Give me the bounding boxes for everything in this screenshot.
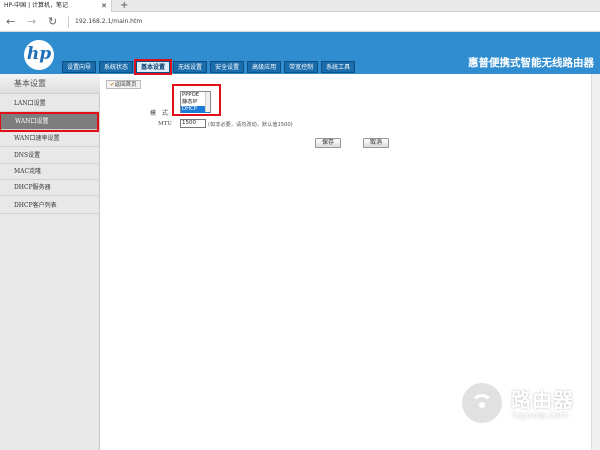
sidebar-item-wan-speed[interactable]: WAN口速率设置 bbox=[0, 131, 100, 147]
router-logo-icon bbox=[459, 380, 505, 426]
new-tab-icon[interactable]: + bbox=[120, 0, 128, 12]
tab-bandwidth-control[interactable]: 带宽控制 bbox=[284, 61, 319, 73]
sidebar-item-dhcp-server[interactable]: DHCP服务器 bbox=[0, 180, 100, 196]
mtu-hint: (如非必要，请勿改动，默认值1500) bbox=[208, 122, 293, 128]
forward-arrow-icon[interactable]: → bbox=[27, 12, 36, 32]
sidebar-item-wan[interactable]: WAN口设置 bbox=[0, 112, 99, 132]
watermark: 路由器 luyouqi.com bbox=[455, 378, 595, 433]
sidebar: 基本设置 LAN口设置 WAN口设置 WAN口速率设置 DNS设置 MAC克隆 … bbox=[0, 74, 100, 450]
browser-tab-title: HP-中国 | 计算机，笔记 bbox=[4, 2, 68, 9]
sidebar-item-lan[interactable]: LAN口设置 bbox=[0, 96, 100, 112]
back-arrow-icon[interactable]: ← bbox=[6, 12, 15, 32]
sidebar-title: 基本设置 bbox=[0, 74, 100, 94]
reload-icon[interactable]: ↻ bbox=[48, 12, 57, 32]
url-field[interactable]: 192.168.2.1/main.htm bbox=[68, 16, 142, 28]
address-bar: ← → ↻ 192.168.2.1/main.htm bbox=[0, 12, 600, 32]
mode-label: 模式 bbox=[150, 110, 175, 117]
mtu-label: MTU bbox=[158, 121, 172, 127]
tab-basic-settings[interactable]: 基本设置 bbox=[134, 59, 173, 75]
hp-logo: hp bbox=[24, 40, 54, 70]
watermark-url: luyouqi.com bbox=[513, 411, 569, 421]
tab-advanced[interactable]: 高级应用 bbox=[247, 61, 282, 73]
router-nav-tabs: 设置向导 系统状态 基本设置 无线设置 安全设置 高级应用 带宽控制 系统工具 bbox=[62, 59, 358, 75]
tab-system-tools[interactable]: 系统工具 bbox=[321, 61, 356, 73]
back-home-button[interactable]: ✔返回首页 bbox=[106, 80, 141, 89]
watermark-text: 路由器 bbox=[511, 388, 574, 412]
listbox-scrollbar[interactable] bbox=[205, 92, 210, 112]
tab-setup-wizard[interactable]: 设置向导 bbox=[62, 61, 97, 73]
sidebar-item-mac-clone[interactable]: MAC克隆 bbox=[0, 164, 100, 180]
tab-security-settings[interactable]: 安全设置 bbox=[210, 61, 245, 73]
tab-wireless-settings[interactable]: 无线设置 bbox=[173, 61, 208, 73]
save-button[interactable]: 保存 bbox=[315, 138, 341, 148]
mtu-input[interactable]: 1500 bbox=[180, 119, 206, 128]
sidebar-item-dhcp-clients[interactable]: DHCP客户列表 bbox=[0, 198, 100, 214]
brand-title: 惠普便携式智能无线路由器 bbox=[468, 57, 594, 69]
sidebar-item-dns[interactable]: DNS设置 bbox=[0, 148, 100, 164]
cancel-button[interactable]: 取消 bbox=[363, 138, 389, 148]
tab-system-status[interactable]: 系统状态 bbox=[99, 61, 134, 73]
browser-tab[interactable]: HP-中国 | 计算机，笔记 ✕ bbox=[0, 0, 112, 12]
back-home-label: 返回首页 bbox=[114, 82, 137, 88]
mode-select-list[interactable]: PPPOE 静态IP DHCP bbox=[180, 91, 211, 113]
close-icon[interactable]: ✕ bbox=[101, 0, 107, 12]
browser-tab-bar: HP-中国 | 计算机，笔记 ✕ + bbox=[0, 0, 600, 12]
